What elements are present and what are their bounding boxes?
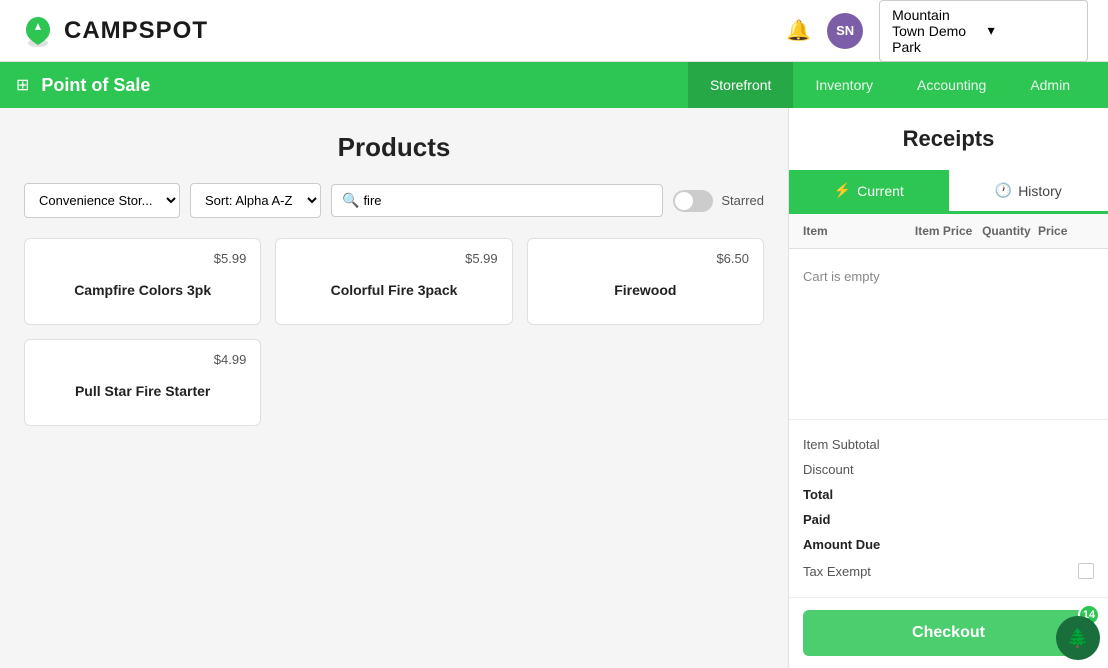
subtotal-row: Item Subtotal [803,432,1094,457]
sort-select[interactable]: Sort: Alpha A-Z [190,183,321,218]
nav-link-admin[interactable]: Admin [1008,62,1092,108]
current-tab-icon: ⚡ [834,182,851,199]
history-tab-icon: 🕐 [995,182,1012,199]
nav-link-storefront[interactable]: Storefront [688,62,793,108]
checkout-button[interactable]: Checkout 14 [803,610,1094,656]
left-panel: Products Convenience Stor... Sort: Alpha… [0,108,788,668]
pos-title: Point of Sale [41,75,688,96]
search-icon: 🔍 [342,192,359,209]
campspot-logo-icon [20,13,56,49]
cart-totals: Item Subtotal Discount Total Paid Amount… [789,419,1108,597]
cart-table: Item Item Price Quantity Price Cart is e… [789,214,1108,419]
product-card[interactable]: $5.99 Colorful Fire 3pack [275,238,512,325]
tax-exempt-row: Tax Exempt [803,557,1094,585]
total-row: Total [803,482,1094,507]
col-quantity: Quantity [982,224,1038,238]
history-tab-label: History [1018,183,1062,199]
logo-area: CAMPSPOT [20,13,208,49]
search-wrapper: 🔍 [331,184,663,217]
col-price: Price [1038,224,1094,238]
top-nav: CAMPSPOT 🔔 SN Mountain Town Demo Park ▾ [0,0,1108,62]
amount-due-row: Amount Due [803,532,1094,557]
product-price: $6.50 [542,251,749,266]
discount-label: Discount [803,462,854,477]
receipts-title: Receipts [789,108,1108,170]
search-input[interactable] [359,185,652,216]
watermark-icon: 🌲 [1067,628,1089,649]
product-card[interactable]: $4.99 Pull Star Fire Starter [24,339,261,426]
cart-header: Item Item Price Quantity Price [789,214,1108,249]
product-grid: $5.99 Campfire Colors 3pk $5.99 Colorful… [24,238,764,426]
subtotal-label: Item Subtotal [803,437,880,452]
starred-switch[interactable] [673,190,713,212]
nav-link-inventory[interactable]: Inventory [793,62,895,108]
bell-icon[interactable]: 🔔 [786,18,811,43]
product-card[interactable]: $6.50 Firewood [527,238,764,325]
chevron-down-icon: ▾ [988,22,1075,39]
paid-row: Paid [803,507,1094,532]
nav-link-accounting[interactable]: Accounting [895,62,1008,108]
col-item: Item [803,224,915,238]
total-label: Total [803,487,833,502]
logo-text: CAMPSPOT [64,17,208,45]
product-name: Colorful Fire 3pack [290,272,497,308]
avatar[interactable]: SN [827,13,863,49]
tax-exempt-label: Tax Exempt [803,564,871,579]
product-name: Pull Star Fire Starter [39,373,246,409]
products-title: Products [24,132,764,163]
park-selector[interactable]: Mountain Town Demo Park ▾ [879,0,1088,62]
right-panel: Receipts ⚡ Current 🕐 History Item Item P… [788,108,1108,668]
product-price: $4.99 [39,352,246,367]
filters-bar: Convenience Stor... Sort: Alpha A-Z 🔍 St… [24,183,764,218]
park-name: Mountain Town Demo Park [892,7,979,55]
starred-toggle: Starred [673,190,764,212]
cart-empty-message: Cart is empty [789,249,1108,304]
product-price: $5.99 [290,251,497,266]
product-price: $5.99 [39,251,246,266]
starred-label: Starred [721,193,764,208]
receipt-tabs: ⚡ Current 🕐 History [789,170,1108,214]
col-item-price: Item Price [915,224,982,238]
checkout-area: Checkout 14 🌲 [789,597,1108,668]
product-card[interactable]: $5.99 Campfire Colors 3pk [24,238,261,325]
grid-icon: ⊞ [16,75,29,95]
category-select[interactable]: Convenience Stor... [24,183,180,218]
tax-exempt-checkbox[interactable] [1078,563,1094,579]
paid-label: Paid [803,512,830,527]
current-tab-label: Current [857,183,904,199]
discount-row: Discount [803,457,1094,482]
tab-current[interactable]: ⚡ Current [789,170,949,211]
main-content: Products Convenience Stor... Sort: Alpha… [0,108,1108,668]
amount-due-label: Amount Due [803,537,880,552]
product-name: Firewood [542,272,749,308]
campspot-watermark: 🌲 [1056,616,1100,660]
nav-right: 🔔 SN Mountain Town Demo Park ▾ [786,0,1088,62]
checkout-label: Checkout [912,624,985,641]
nav-links: Storefront Inventory Accounting Admin [688,62,1092,108]
product-name: Campfire Colors 3pk [39,272,246,308]
secondary-nav: ⊞ Point of Sale Storefront Inventory Acc… [0,62,1108,108]
tab-history[interactable]: 🕐 History [949,170,1108,211]
